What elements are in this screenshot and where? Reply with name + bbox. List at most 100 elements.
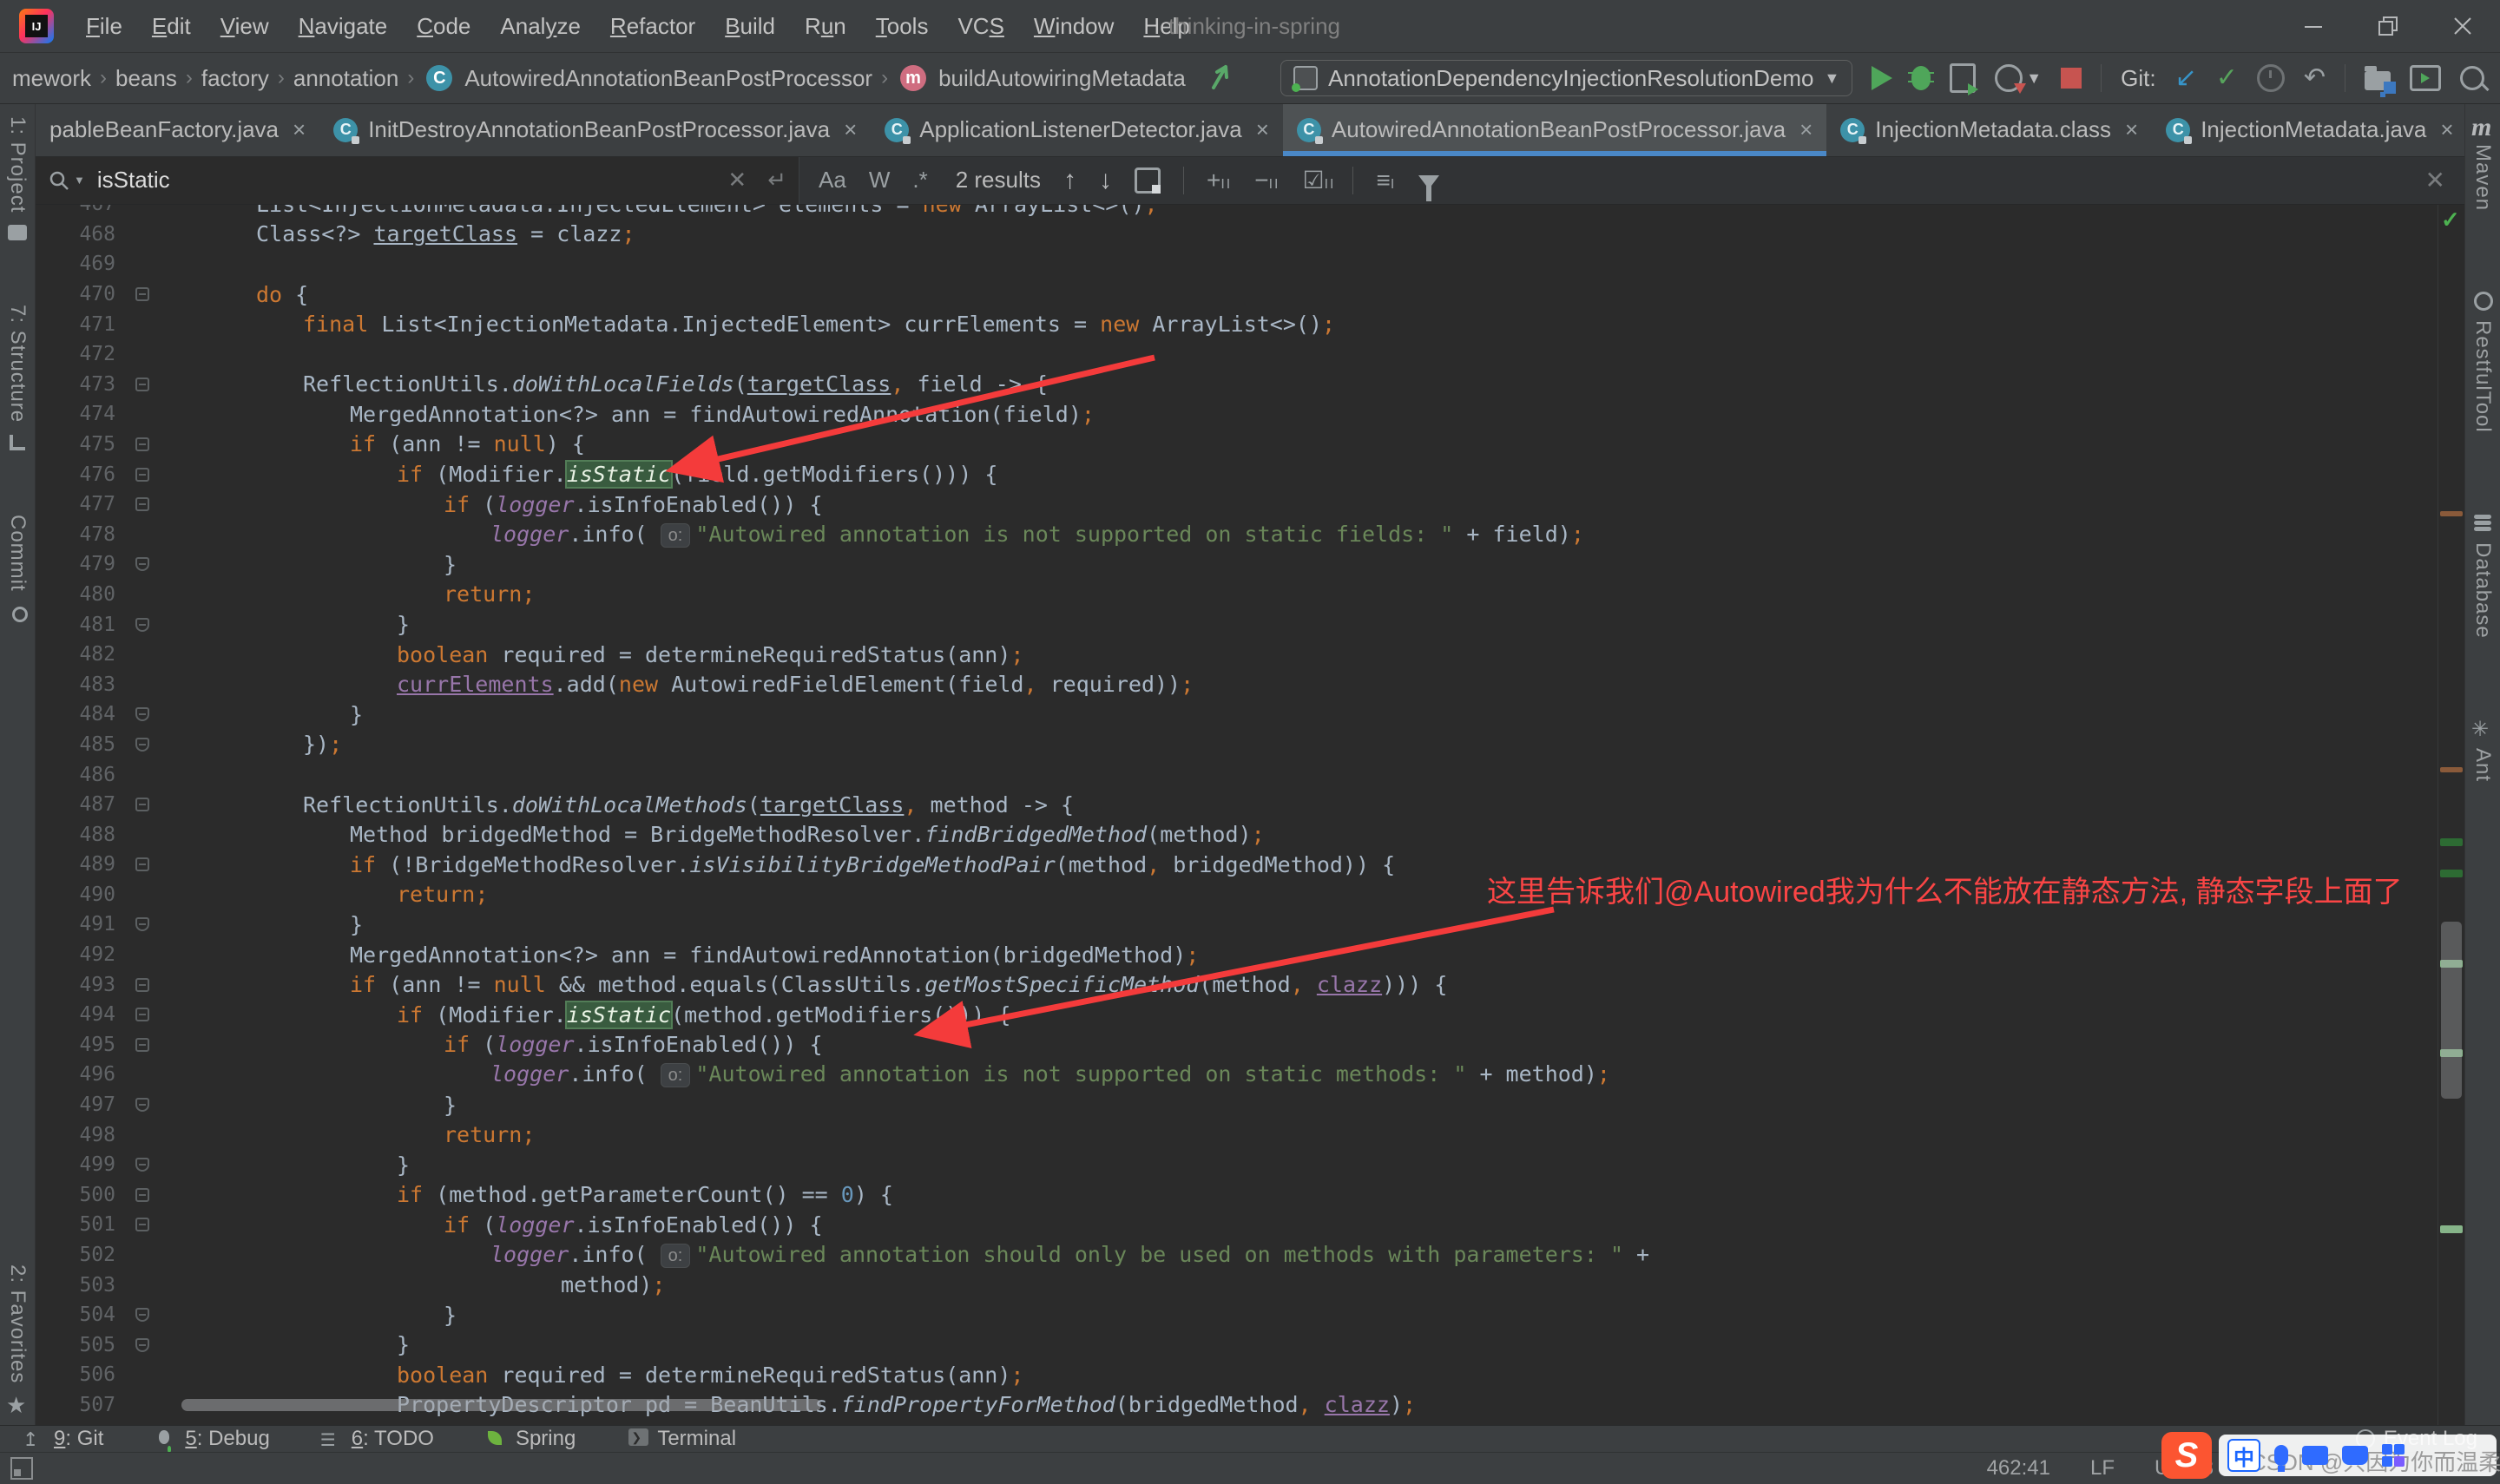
tool-window-button-terminal[interactable]: ❯ Terminal (626, 1427, 736, 1451)
menu-item-refactor[interactable]: Refactor (595, 0, 710, 52)
debug-button[interactable] (1908, 66, 1935, 90)
fold-marker-icon[interactable] (135, 1187, 149, 1202)
search-everywhere-icon[interactable] (2460, 66, 2484, 90)
sidebar-item-ant[interactable]: ✳ Ant (2470, 717, 2495, 782)
fold-marker-icon[interactable] (135, 617, 149, 632)
fold-marker-icon[interactable] (135, 377, 149, 391)
ime-language-icon[interactable]: 中 (2227, 1439, 2260, 1472)
error-stripe-mark[interactable] (2440, 510, 2463, 516)
coverage-button[interactable] (1950, 63, 1979, 95)
previous-occurrence-button[interactable]: ↑ (1063, 166, 1076, 195)
keyboard-icon[interactable] (2302, 1446, 2328, 1465)
breadcrumb-item[interactable]: factory (201, 65, 269, 92)
tool-window-button-todo[interactable]: ☰ 6: TODO (320, 1427, 434, 1451)
close-icon[interactable]: × (2440, 116, 2453, 143)
tool-window-button-git[interactable]: ↥ 9: Git (23, 1427, 103, 1451)
breadcrumb-item[interactable]: beans (115, 65, 177, 92)
menu-item-run[interactable]: Run (790, 0, 861, 52)
match-case-toggle[interactable]: Aa (819, 167, 846, 194)
multiline-search-button[interactable]: ≡I (1376, 167, 1396, 194)
chevron-down-icon[interactable]: ▼ (2026, 69, 2042, 88)
remove-selection-button[interactable]: −II (1254, 167, 1280, 194)
caret-position[interactable]: 462:41 (1987, 1456, 2050, 1481)
fold-marker-icon[interactable] (135, 1158, 149, 1172)
fold-marker-icon[interactable] (135, 1098, 149, 1113)
fold-marker-icon[interactable] (135, 737, 149, 752)
run-anything-icon[interactable] (2410, 65, 2441, 91)
close-icon[interactable]: × (844, 116, 857, 143)
close-icon[interactable]: × (1256, 116, 1269, 143)
git-commit-button[interactable]: ✓ (2216, 65, 2238, 91)
clear-search-icon[interactable]: ✕ (727, 167, 747, 194)
fold-marker-icon[interactable] (135, 857, 149, 872)
breadcrumb-item[interactable]: mework (12, 65, 91, 92)
profiler-button[interactable] (1995, 64, 2027, 94)
fold-marker-icon[interactable] (135, 437, 149, 451)
editor-tab[interactable]: pableBeanFactory.java × (36, 104, 319, 156)
search-input[interactable]: ▼ isStatic ✕ ↵ (36, 156, 799, 204)
fold-marker-icon[interactable] (135, 1218, 149, 1232)
project-structure-icon[interactable] (2365, 66, 2396, 94)
tool-window-button-debug[interactable]: 5: Debug (154, 1427, 270, 1451)
editor-tab[interactable]: C InitDestroyAnnotationBeanPostProcessor.… (319, 104, 871, 156)
editor-tab[interactable]: C ApplicationListenerDetector.java × (871, 104, 1283, 156)
fold-marker-icon[interactable] (135, 1008, 149, 1022)
search-icon[interactable]: ▼ (48, 169, 85, 192)
code-editor[interactable]: 467 List<InjectionMetadata.InjectedElemen… (36, 204, 2464, 1425)
breadcrumb-class[interactable]: AutowiredAnnotationBeanPostProcessor (464, 65, 872, 92)
words-toggle[interactable]: W (869, 167, 891, 194)
sidebar-item-database[interactable]: Database (2470, 511, 2495, 639)
menu-item-code[interactable]: Code (402, 0, 485, 52)
editor-tab[interactable]: C AutowiredAnnotationBeanPostProcessor.ja… (1282, 104, 1827, 156)
menu-item-tools[interactable]: Tools (861, 0, 944, 52)
fold-marker-icon[interactable] (135, 977, 149, 992)
fold-marker-icon[interactable] (135, 1308, 149, 1323)
menu-item-edit[interactable]: Edit (137, 0, 206, 52)
menu-item-analyze[interactable]: Analyze (485, 0, 595, 52)
error-stripe-mark[interactable] (2440, 766, 2463, 772)
next-occurrence-button[interactable]: ↓ (1099, 166, 1112, 195)
fold-marker-icon[interactable] (135, 1337, 149, 1352)
fold-marker-icon[interactable] (135, 557, 149, 572)
sidebar-item-restfultool[interactable]: RestfulTool (2470, 289, 2495, 433)
maximize-button[interactable] (2351, 0, 2425, 52)
skin-icon[interactable] (2342, 1446, 2368, 1465)
line-ending[interactable]: LF (2090, 1456, 2115, 1481)
vertical-scrollbar[interactable] (2441, 921, 2462, 1099)
close-icon[interactable]: × (1799, 116, 1812, 143)
minimize-button[interactable] (2276, 0, 2351, 52)
fold-marker-icon[interactable] (135, 467, 149, 482)
menu-item-view[interactable]: View (206, 0, 284, 52)
filter-icon[interactable] (1418, 174, 1440, 201)
fold-marker-icon[interactable] (135, 497, 149, 512)
ime-menu-icon[interactable] (2382, 1444, 2405, 1467)
tool-window-toggle-icon[interactable] (10, 1457, 33, 1480)
close-icon[interactable]: × (293, 116, 306, 143)
newline-icon[interactable]: ↵ (767, 167, 786, 194)
error-stripe-mark[interactable] (2440, 837, 2463, 846)
microphone-icon[interactable] (2274, 1445, 2288, 1472)
close-search-icon[interactable]: ✕ (2425, 166, 2464, 194)
horizontal-scrollbar[interactable] (181, 1398, 821, 1411)
breadcrumb-item[interactable]: annotation (293, 65, 398, 92)
breadcrumb-method[interactable]: buildAutowiringMetadata (938, 65, 1186, 92)
stop-button[interactable] (2061, 68, 2082, 89)
close-icon[interactable]: × (2125, 116, 2138, 143)
rollback-button[interactable]: ↶ (2304, 65, 2326, 91)
menu-item-file[interactable]: File (71, 0, 137, 52)
fold-marker-icon[interactable] (135, 1037, 149, 1052)
fold-marker-icon[interactable] (135, 287, 149, 301)
git-update-button[interactable]: ↙ (2175, 65, 2197, 91)
editor-tab[interactable]: C InjectionMetadata.class × (1826, 104, 2152, 156)
editor-tab[interactable]: C InjectionMetadata.java × (2152, 104, 2464, 156)
menu-item-vcs[interactable]: VCS (943, 0, 1018, 52)
menu-item-build[interactable]: Build (710, 0, 790, 52)
error-stripe-mark[interactable] (2440, 1225, 2463, 1233)
run-configuration-select[interactable]: AnnotationDependencyInjectionResolutionD… (1280, 60, 1853, 96)
find-in-selection-toggle[interactable] (1134, 167, 1161, 194)
run-button[interactable] (1872, 66, 1893, 90)
fold-marker-icon[interactable] (135, 798, 149, 812)
add-selection-button[interactable]: +II (1207, 167, 1232, 194)
select-all-occurrences-button[interactable]: ☑II (1302, 166, 1335, 194)
navigate-arrow-icon[interactable] (1207, 62, 1236, 95)
